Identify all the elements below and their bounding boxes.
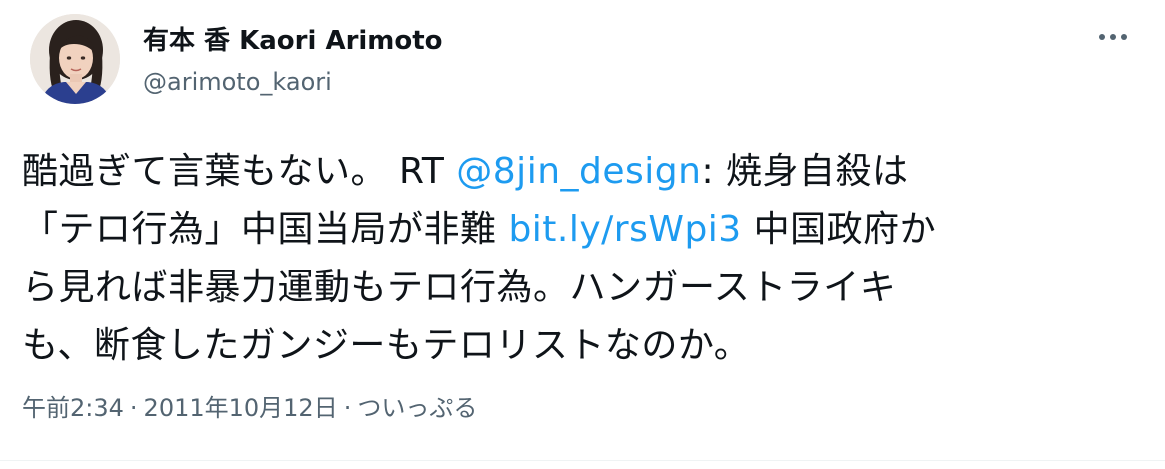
divider	[0, 460, 1165, 461]
meta-separator: ·	[343, 394, 352, 422]
url-link[interactable]: bit.ly/rsWpi3	[508, 209, 741, 250]
tweet-time[interactable]: 午前2:34	[22, 394, 124, 422]
avatar-photo	[30, 14, 120, 104]
avatar[interactable]	[30, 14, 120, 104]
tweet-source[interactable]: ついっぷる	[357, 394, 477, 422]
tweet-text-segment: 酷過ぎて言葉もない。 RT	[22, 151, 457, 192]
mention-link[interactable]: @8jin_design	[456, 151, 701, 192]
more-options-button[interactable]	[1090, 22, 1136, 52]
tweet-text: 酷過ぎて言葉もない。 RT @8jin_design: 焼身自殺は 「テロ行為」…	[22, 143, 1142, 375]
tweet-date[interactable]: 2011年10月12日	[144, 394, 338, 422]
tweet-text-segment: 「テロ行為」中国当局が非難	[22, 209, 509, 250]
author-handle[interactable]: @arimoto_kaori	[143, 66, 332, 98]
tweet: 有本 香 Kaori Arimoto @arimoto_kaori 酷過ぎて言葉…	[0, 0, 1165, 469]
tweet-text-segment: : 焼身自殺は	[701, 151, 909, 192]
tweet-meta: 午前2:34 · 2011年10月12日 · ついっぷる	[22, 392, 477, 424]
tweet-text-line: も、断食したガンジーもテロリストなのか。	[22, 325, 751, 366]
tweet-text-line: ら見れば非暴力運動もテロ行為。ハンガーストライキ	[22, 267, 897, 308]
tweet-text-line: 酷過ぎて言葉もない。 RT @8jin_design: 焼身自殺は	[22, 143, 1142, 201]
tweet-text-line: 「テロ行為」中国当局が非難 bit.ly/rsWpi3 中国政府か	[22, 201, 1142, 259]
author-name[interactable]: 有本 香 Kaori Arimoto	[143, 24, 443, 58]
more-horizontal-icon	[1099, 34, 1127, 40]
tweet-text-segment: 中国政府か	[741, 209, 937, 250]
meta-separator: ·	[129, 394, 138, 422]
